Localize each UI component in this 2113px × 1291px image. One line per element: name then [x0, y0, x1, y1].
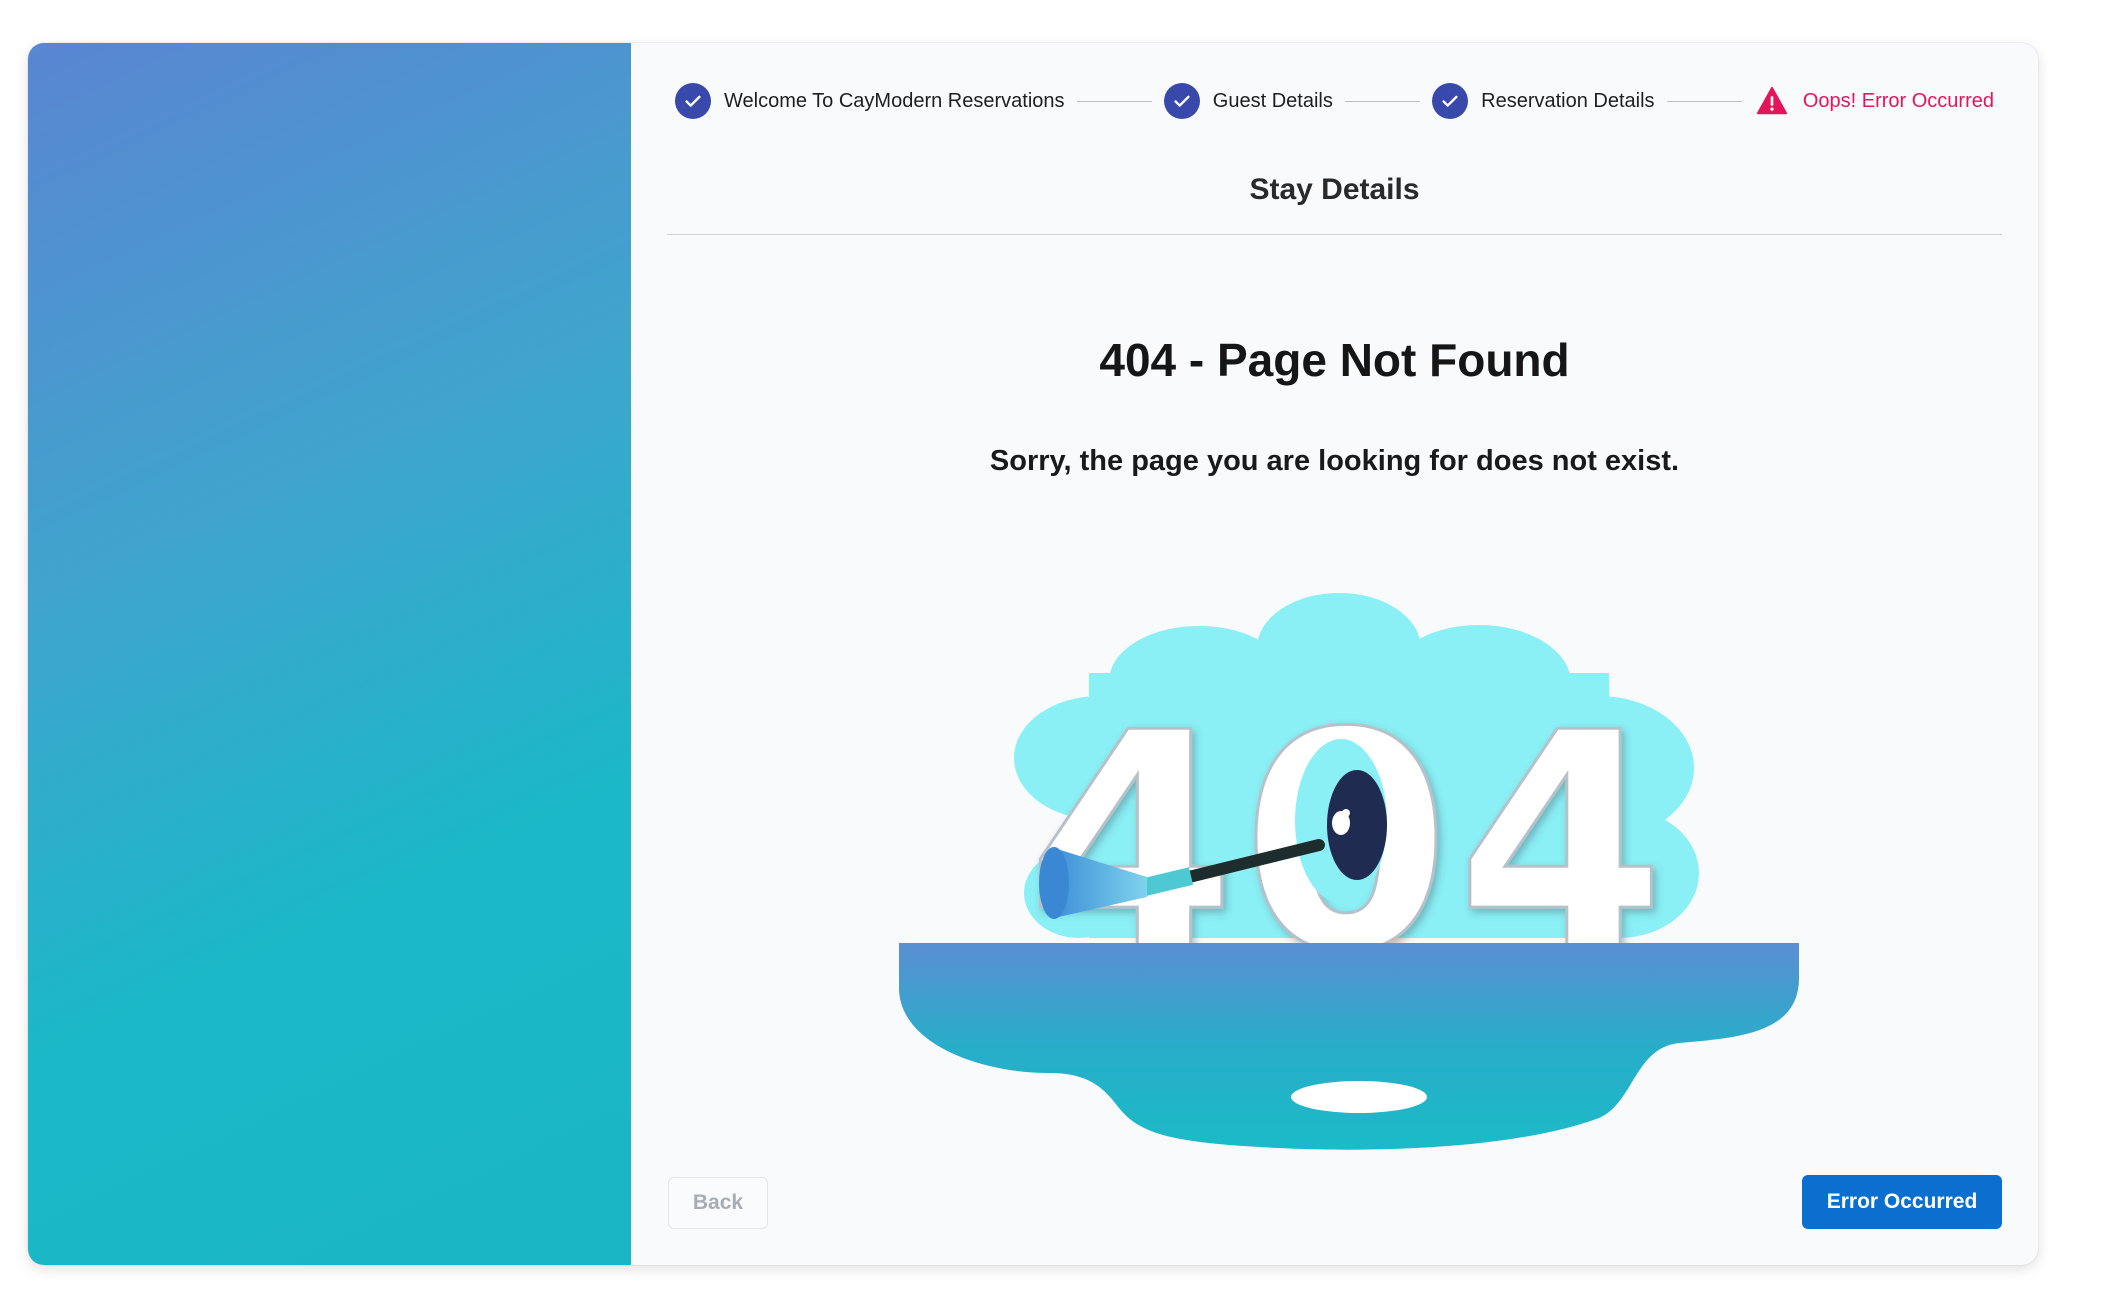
progress-stepper: Welcome To CayModern Reservations Guest …	[675, 79, 1994, 123]
404-illustration: 404	[899, 563, 1799, 1163]
sidebar-gradient-panel	[28, 43, 631, 1265]
back-button[interactable]: Back	[668, 1177, 768, 1229]
step-label: Guest Details	[1212, 89, 1333, 112]
reservation-card: Welcome To CayModern Reservations Guest …	[28, 43, 2038, 1265]
check-icon	[1163, 83, 1200, 119]
error-occurred-button[interactable]: Error Occurred	[1802, 1175, 2002, 1229]
divider	[667, 234, 2002, 235]
step-label: Reservation Details	[1481, 89, 1655, 112]
error-heading: 404 - Page Not Found	[1099, 334, 1570, 386]
error-message: Sorry, the page you are looking for does…	[989, 445, 1680, 477]
section-title: Stay Details	[1249, 173, 1420, 206]
step-guest-details[interactable]: Guest Details	[1163, 83, 1333, 119]
step-label-error: Oops! Error Occurred	[1802, 89, 1994, 112]
check-icon	[675, 83, 711, 119]
check-icon	[1432, 83, 1469, 119]
step-error[interactable]: Oops! Error Occurred	[1754, 83, 1994, 119]
warning-icon	[1754, 83, 1790, 119]
step-connector	[1344, 100, 1421, 102]
step-reservation-details[interactable]: Reservation Details	[1432, 83, 1655, 119]
step-connector	[1666, 100, 1742, 102]
step-connector	[1076, 100, 1152, 102]
step-welcome[interactable]: Welcome To CayModern Reservations	[675, 83, 1065, 119]
step-label: Welcome To CayModern Reservations	[724, 89, 1065, 112]
main-panel: Welcome To CayModern Reservations Guest …	[631, 43, 2038, 1265]
